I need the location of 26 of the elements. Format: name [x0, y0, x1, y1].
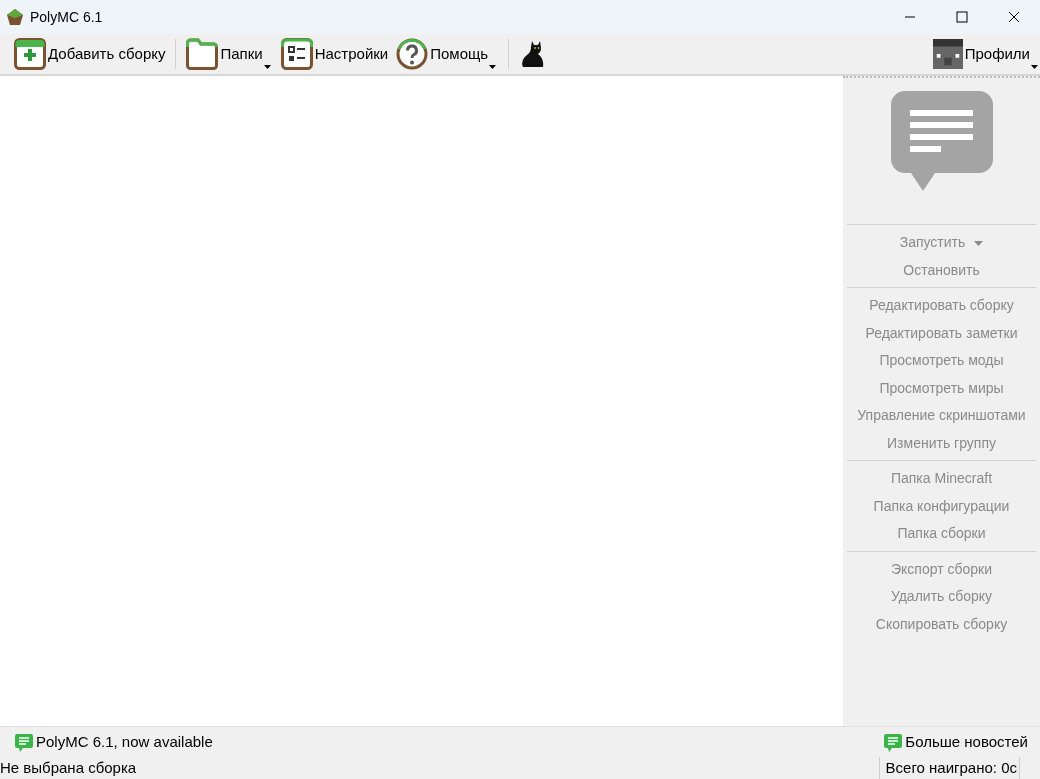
close-icon — [1008, 11, 1020, 23]
more-news-link[interactable]: Больше новостей — [883, 731, 1028, 754]
help-icon — [396, 38, 429, 70]
news-icon — [14, 732, 34, 753]
toolbar-button[interactable]: Настройки — [276, 35, 393, 73]
toolbar-button[interactable]: Помощь — [392, 35, 493, 73]
caret-icon — [489, 65, 497, 69]
status-text: Не выбрана сборка — [0, 758, 137, 779]
profiles-button[interactable]: Профили — [928, 35, 1034, 73]
cat-icon — [519, 39, 546, 69]
toolbar-button[interactable]: Добавить сборку — [10, 35, 170, 73]
caret-icon — [1031, 65, 1038, 69]
caret-icon — [974, 241, 984, 247]
toolbar-button[interactable]: Папки — [182, 35, 267, 73]
maximize-icon — [956, 11, 968, 23]
folder-icon — [186, 38, 219, 70]
news-icon — [883, 732, 904, 753]
window-title: PolyMC 6.1 — [30, 7, 103, 27]
add-icon — [14, 38, 46, 70]
avatar-icon — [932, 39, 963, 69]
news-headline-link[interactable]: PolyMC 6.1, now available — [14, 731, 213, 754]
app-logo-icon — [6, 8, 24, 26]
settings-icon — [280, 38, 313, 70]
notes-icon — [890, 91, 993, 191]
playtime-text: Всего наиграно: 0с — [878, 757, 1020, 779]
caret-icon — [263, 65, 271, 69]
